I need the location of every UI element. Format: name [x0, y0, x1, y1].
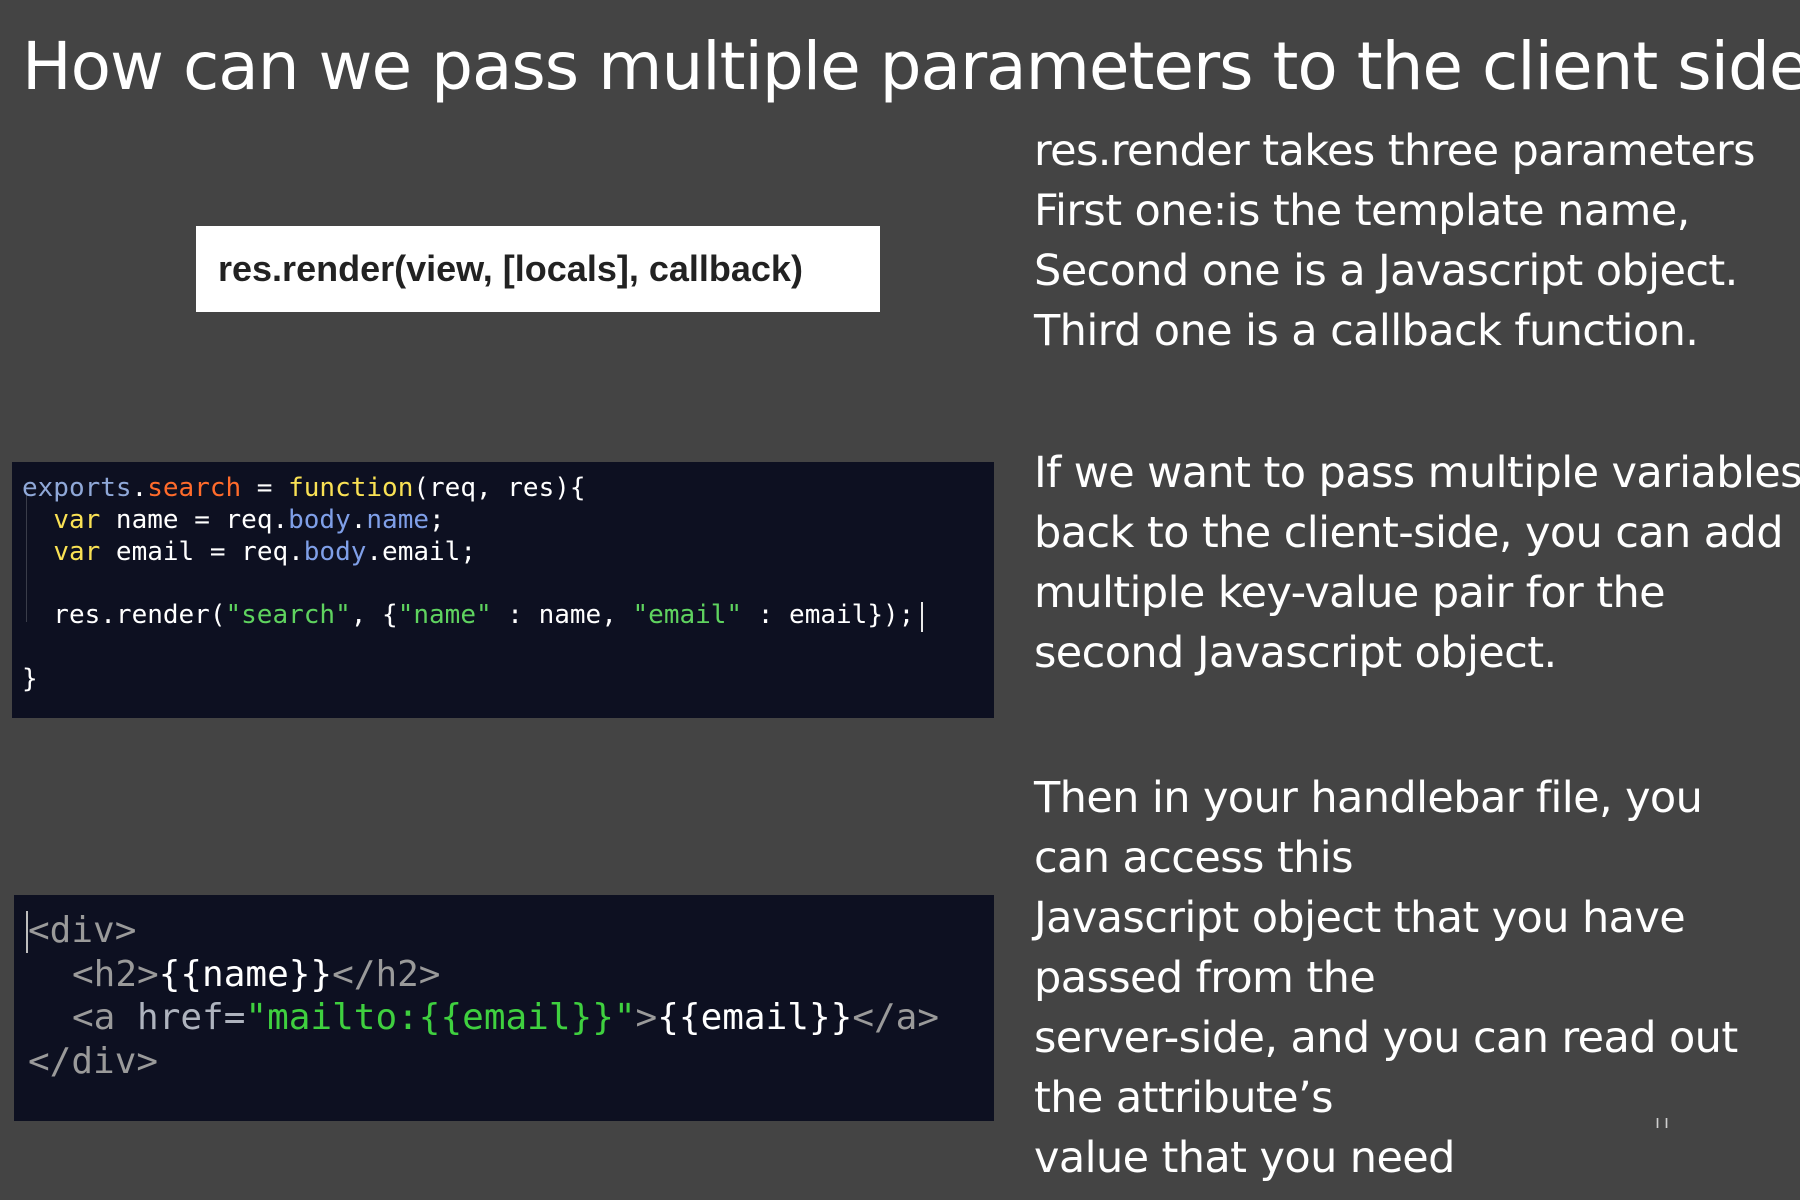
js-code-block: exports.search = function(req, res){ var…: [12, 462, 994, 718]
render-signature-text: res.render(view, [locals], callback): [218, 248, 803, 289]
code-line: </div>: [28, 1041, 159, 1082]
code-line: <a href="mailto:{{email}}">{{email}}</a>: [72, 997, 940, 1038]
multiple-vars-text: If we want to pass multiple variables ba…: [1034, 448, 1800, 678]
code-line: exports.search = function(req, res){: [22, 473, 586, 503]
corner-mark: ıı: [1655, 1112, 1674, 1133]
code-line: res.render("search", {"name" : name, "em…: [22, 600, 915, 630]
text-cursor: [921, 602, 923, 632]
render-params-text: res.render takes three parameters First …: [1034, 126, 1756, 356]
code-line: }: [22, 664, 38, 694]
handlebars-code-block: <div> <h2>{{name}}</h2> <a href="mailto:…: [14, 895, 994, 1121]
code-line: <div>: [28, 910, 137, 951]
slide-title: How can we pass multiple parameters to t…: [22, 28, 1800, 105]
render-signature-box: res.render(view, [locals], callback): [196, 226, 880, 312]
handlebar-text: Then in your handlebar file, you can acc…: [1034, 773, 1738, 1183]
code-line: var email = req.body.email;: [53, 537, 476, 567]
code-line: var name = req.body.name;: [53, 505, 445, 535]
code-line: <h2>{{name}}</h2>: [72, 954, 441, 995]
